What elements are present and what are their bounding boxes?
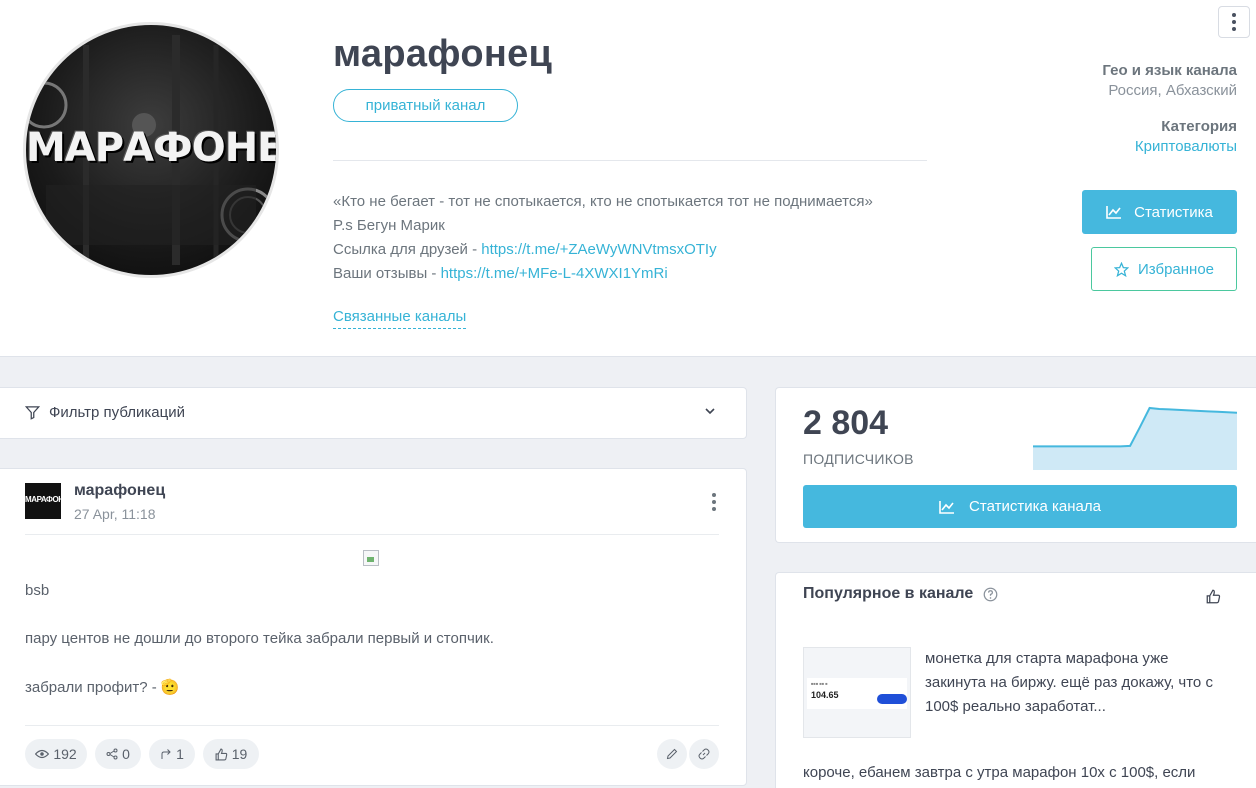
friends-link[interactable]: https://t.me/+ZAeWyWNVtmsxOTIy <box>481 241 716 258</box>
thumbs-up-icon <box>215 748 227 760</box>
forwards-counter[interactable]: 1 <box>149 739 195 769</box>
share-icon <box>106 748 118 760</box>
chart-line-icon <box>939 500 955 514</box>
channel-avatar: МАРАФОНЕЦ <box>23 22 279 278</box>
popular-post-text[interactable]: короче, ебанем завтра с утра марафон 10x… <box>803 764 1243 781</box>
popular-post-thumbnail[interactable]: ■■■ ■■ ■ 104.65 <box>803 647 911 738</box>
likes-count: 19 <box>231 746 248 762</box>
related-channels-link[interactable]: Связанные каналы <box>333 308 467 329</box>
shares-counter[interactable]: 0 <box>95 739 141 769</box>
post-avatar-text: МАРАФОНЕЦ <box>25 495 61 504</box>
more-options-button[interactable] <box>1218 6 1250 38</box>
private-channel-badge[interactable]: приватный канал <box>333 89 518 122</box>
post-more-button[interactable] <box>712 493 716 511</box>
statistics-button[interactable]: Статистика <box>1082 190 1237 234</box>
post-text-line: забрали профит? - 🫡 <box>25 679 180 696</box>
likes-counter[interactable]: 19 <box>203 739 259 769</box>
favorite-button-label: Избранное <box>1137 260 1215 278</box>
forwards-count: 1 <box>176 746 184 762</box>
copy-link-button[interactable] <box>689 739 719 769</box>
views-counter[interactable]: 192 <box>25 739 87 769</box>
channel-statistics-button[interactable]: Статистика канала <box>803 485 1237 528</box>
more-vertical-icon <box>712 493 716 511</box>
shares-count: 0 <box>122 746 130 762</box>
filter-label: Фильтр публикаций <box>49 404 185 421</box>
subscribers-sparkline <box>1033 406 1237 470</box>
favorite-button[interactable]: Избранное <box>1091 247 1237 291</box>
thumb-caption: ■■■ ■■ ■ <box>811 681 828 686</box>
description-reviews: Ваши отзывы - https://t.me/+MFe-L-4XWXI1… <box>333 262 953 286</box>
reviews-label: Ваши отзывы - <box>333 265 441 282</box>
link-icon <box>698 748 710 760</box>
help-circle-icon[interactable] <box>983 587 998 602</box>
friends-label: Ссылка для друзей - <box>333 241 482 258</box>
subscribers-count: 2 804 <box>803 404 889 442</box>
views-count: 192 <box>53 746 77 762</box>
geo-block: Гео и язык канала Россия, Абхазский <box>1102 62 1237 99</box>
thumb-button <box>877 694 907 704</box>
description-quote: «Кто не бегает - тот не спотыкается, кто… <box>333 193 873 210</box>
subscribers-label: ПОДПИСЧИКОВ <box>803 451 914 467</box>
description-friends: Ссылка для друзей - https://t.me/+ZAeWyW… <box>333 238 953 262</box>
channel-header: МАРАФОНЕЦ марафонец приватный канал «Кто… <box>0 0 1256 357</box>
channel-title: марафонец <box>333 33 553 75</box>
channel-description: «Кто не бегает - тот не спотыкается, кто… <box>333 190 953 286</box>
post-author-name[interactable]: марафонец <box>74 482 165 500</box>
pencil-icon <box>666 748 678 760</box>
geo-label: Гео и язык канала <box>1102 62 1237 79</box>
forward-arrow-icon <box>161 749 171 759</box>
thumbs-up-icon[interactable] <box>1206 589 1221 604</box>
more-vertical-icon <box>1232 13 1236 31</box>
category-block: Категория Криптовалюты <box>1135 118 1237 155</box>
post-author-avatar[interactable]: МАРАФОНЕЦ <box>25 483 61 519</box>
star-icon <box>1113 261 1129 277</box>
category-label: Категория <box>1161 118 1237 135</box>
avatar-logo-text: МАРАФОНЕЦ <box>26 125 276 171</box>
post-divider <box>25 725 719 726</box>
sparkline-area <box>1033 408 1237 470</box>
filter-icon <box>25 406 40 420</box>
subscribers-card: 2 804 ПОДПИСЧИКОВ Статистика канала <box>775 387 1256 543</box>
publication-filter[interactable]: Фильтр публикаций <box>0 387 747 439</box>
header-divider <box>333 160 927 161</box>
category-link[interactable]: Криптовалюты <box>1135 138 1237 155</box>
reviews-link[interactable]: https://t.me/+MFe-L-4XWXI1YmRi <box>441 265 668 282</box>
geo-value: Россия, Абхазский <box>1108 82 1237 99</box>
post-divider <box>25 534 719 535</box>
edit-button[interactable] <box>657 739 687 769</box>
channel-statistics-label: Статистика канала <box>969 498 1101 515</box>
statistics-button-label: Статистика <box>1134 203 1213 221</box>
chevron-down-icon <box>705 408 715 415</box>
thumb-value: 104.65 <box>811 690 839 700</box>
description-ps: P.s Бегун Марик <box>333 217 445 234</box>
chart-line-icon <box>1106 206 1122 219</box>
popular-card: Популярное в канале ■■■ ■■ ■ 104.65 моне… <box>775 572 1256 788</box>
popular-post-text[interactable]: монетка для старта марафона уже закинута… <box>925 647 1225 719</box>
broken-image-icon <box>363 550 379 566</box>
post-date: 27 Apr, 11:18 <box>74 506 156 522</box>
popular-title: Популярное в канале <box>803 585 974 602</box>
eye-icon <box>35 749 50 759</box>
post-text-line: пару центов не дошли до второго тейка за… <box>25 630 494 647</box>
post-card: МАРАФОНЕЦ марафонец 27 Apr, 11:18 bsb па… <box>0 468 747 786</box>
post-text-line: bsb <box>25 582 50 599</box>
